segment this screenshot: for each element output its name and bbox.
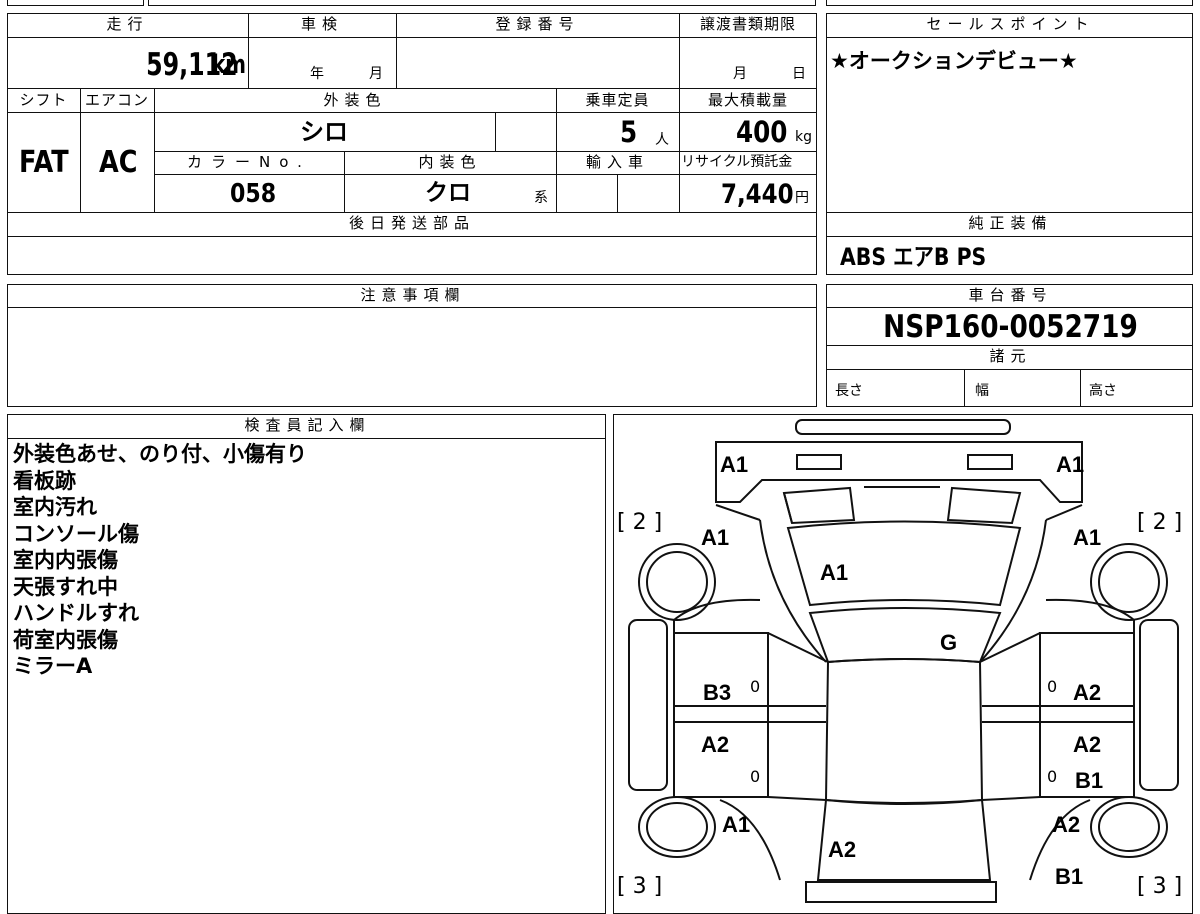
caution-box: 注意事項欄 [7,284,817,407]
sales-point-box: セールスポイント ★オークションデビュー★ [826,13,1193,213]
damage-rear-fender-right: A2 [1052,812,1081,837]
damage-front-fender-right: A1 [1073,525,1102,550]
transfer-day-unit: 日 [792,66,806,82]
tire-count-front-left: [ 2 ] [617,510,663,535]
chassis-header: 車台番号 [968,286,1053,304]
max-load-header: 最大積載量 [707,91,788,109]
recycle-value: 7,440 [721,179,794,210]
mileage-unit: km [212,50,246,80]
note-line: 荷室内張傷 [13,627,118,652]
ac-value: AC [99,145,138,180]
inspection-month-unit: 月 [369,66,383,82]
damage-front-bumper-left: A1 [720,452,749,477]
registration-header: 登録番号 [495,15,580,33]
damage-front-bumper-right: A1 [1056,452,1085,477]
height-label: 高さ [1089,383,1117,399]
exterior-color-value: シロ [300,118,348,146]
max-load-value: 400 [736,115,788,149]
note-line: 室内汚れ [13,495,97,519]
standard-equipment-header: 純正装備 [968,214,1053,232]
shift-value: FAT [19,145,69,180]
damage-rear-door-right-b: B1 [1075,768,1104,793]
damage-hood: A1 [820,560,849,585]
damage-rear-door-left: A2 [701,732,730,757]
interior-color-suffix: 系 [534,190,548,206]
ac-header: エアコン [84,91,149,109]
door-mark-zero: 0 [750,767,761,786]
shift-header: シフト [19,91,68,109]
tire-count-rear-right: [ 3 ] [1137,874,1183,899]
note-line: コンソール傷 [13,521,139,546]
specs-header: 諸元 [989,347,1032,365]
caution-header: 注意事項欄 [360,286,466,304]
damage-front-door-right: A2 [1073,680,1102,705]
damage-rear-door-right-a: A2 [1073,732,1102,757]
import-header: 輸入車 [585,153,649,171]
capacity-unit: 人 [655,132,669,148]
top-remnant-right [826,0,1193,6]
damage-front-door-left: B3 [703,680,732,705]
recycle-unit: 円 [795,190,809,206]
damage-front-fender-left: A1 [701,525,730,550]
transfer-month-unit: 月 [733,66,747,82]
width-label: 幅 [975,383,989,399]
note-line: 外装色あせ、のり付、小傷有り [13,442,307,466]
note-line: 天張すれ中 [13,574,118,599]
top-remnant-left [7,0,144,6]
door-mark-zero: 0 [1047,767,1058,786]
damage-rear-bumper-right: B1 [1055,864,1084,889]
interior-color-value: クロ [425,180,471,206]
exterior-color-header: 外装色 [323,91,387,109]
note-line: ミラーA [13,654,93,678]
damage-tailgate: A2 [828,837,857,862]
sales-point-text: ★オークションデビュー★ [830,49,1078,73]
color-no-header: カラーNo. [187,153,311,171]
damage-rear-fender-left: A1 [722,812,751,837]
later-parts-header: 後日発送部品 [348,214,475,232]
inspection-year-unit: 年 [310,66,324,82]
note-line: 室内内張傷 [13,548,118,572]
standard-equipment-text: ABS エアB PS [840,243,987,271]
max-load-unit: kg [795,129,812,145]
door-mark-zero: 0 [750,677,761,696]
damage-windshield: G [940,630,958,655]
mileage-header: 走行 [106,15,149,33]
recycle-header: リサイクル預託金 [681,154,793,170]
sales-point-header: セールスポイント [926,15,1095,33]
chassis-number: NSP160-0052719 [883,309,1138,345]
capacity-header: 乗車定員 [585,91,650,109]
inspection-header: 車検 [300,15,343,33]
top-remnant-mid [148,0,816,6]
tire-count-rear-left: [ 3 ] [617,874,663,899]
door-mark-zero: 0 [1047,677,1058,696]
car-diagram [628,419,1179,903]
interior-color-header: 内装色 [418,153,482,171]
note-line: 看板跡 [13,468,76,493]
tire-count-front-right: [ 2 ] [1137,510,1183,535]
standard-equipment-box: 純正装備 ABS エアB PS [826,212,1193,275]
capacity-value: 5 [620,115,638,149]
color-no-value: 058 [230,179,277,209]
transfer-deadline-header: 譲渡書類期限 [699,15,796,33]
inspector-notes: 外装色あせ、のり付、小傷有り 看板跡 室内汚れ コンソール傷 室内内張傷 天張す… [13,441,307,680]
note-line: ハンドルすれ [13,601,139,625]
inspector-header: 検査員記入欄 [244,416,371,434]
length-label: 長さ [835,383,863,399]
